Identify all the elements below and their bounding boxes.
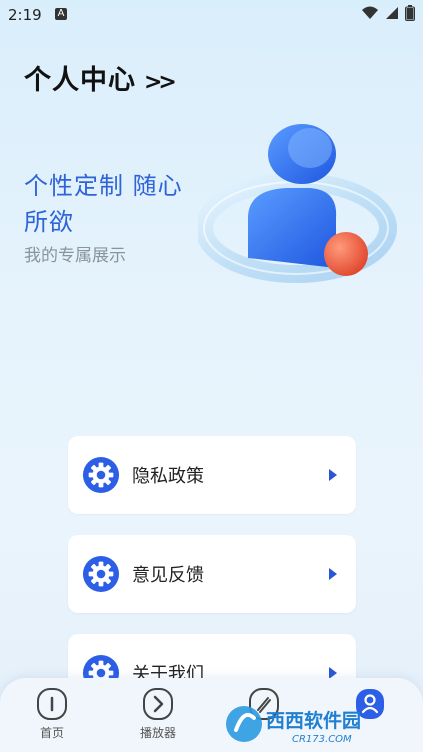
menu-item-label: 隐私政策	[132, 466, 204, 487]
arrow-right-icon	[329, 469, 337, 481]
menu-item-privacy-policy[interactable]: 隐私政策	[68, 436, 356, 514]
gear-icon	[82, 456, 120, 494]
hero-headline-line2: 所欲	[24, 208, 74, 236]
watermark-title: 西西软件园	[266, 709, 361, 732]
profile-illustration	[198, 124, 397, 283]
status-bar: 2:19 A	[0, 0, 423, 30]
watermark-logo-icon	[226, 706, 262, 742]
chevron-right-circle-icon	[143, 688, 173, 720]
hero-subtitle: 我的专属展示	[24, 246, 126, 266]
status-indicators	[361, 5, 415, 21]
site-watermark: 西西软件园 CR173.COM	[226, 706, 361, 745]
hero-headline-line1: 个性定制 随心	[24, 172, 183, 200]
menu-item-label: 意见反馈	[132, 565, 204, 586]
battery-icon	[405, 5, 415, 21]
tab-home[interactable]: 首页	[17, 686, 87, 741]
status-time: 2:19	[8, 6, 42, 24]
gear-icon	[82, 555, 120, 593]
notification-icon: A	[55, 8, 67, 20]
tab-player[interactable]: 播放器	[123, 686, 193, 741]
watermark-url: CR173.COM	[292, 734, 352, 745]
menu-item-feedback[interactable]: 意见反馈	[68, 535, 356, 613]
arrow-right-icon	[329, 568, 337, 580]
info-icon	[37, 688, 67, 720]
page-title-text: 个人中心	[24, 65, 136, 96]
tab-label: 播放器	[139, 726, 176, 740]
signal-icon	[386, 7, 398, 19]
double-chevron-icon: >>	[144, 70, 177, 95]
tab-label: 首页	[39, 726, 64, 740]
page-title: 个人中心 >>	[24, 58, 177, 97]
wifi-icon	[362, 6, 378, 19]
